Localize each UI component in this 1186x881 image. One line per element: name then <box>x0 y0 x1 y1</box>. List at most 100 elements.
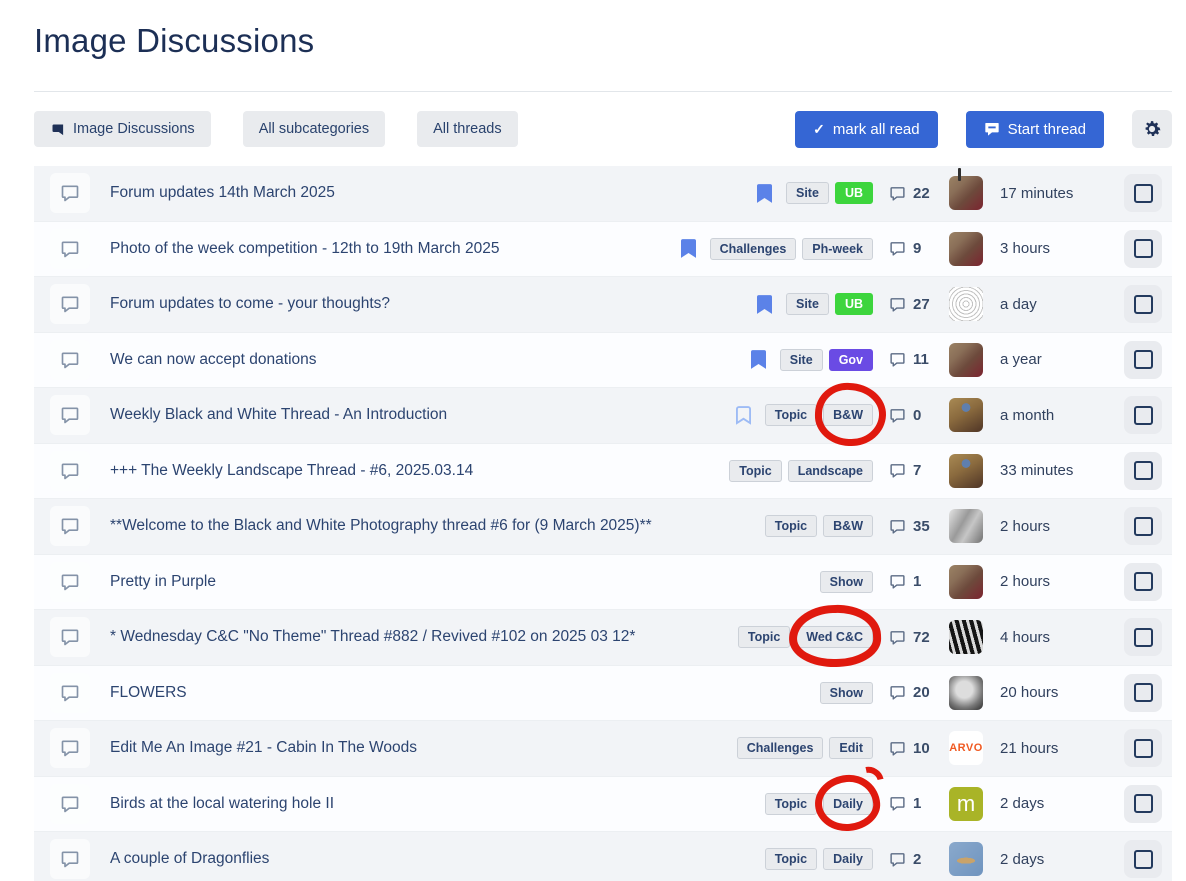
tag-site[interactable]: Site <box>780 349 823 371</box>
last-activity-time[interactable]: 21 hours <box>1000 740 1124 757</box>
last-activity-time[interactable]: 2 hours <box>1000 518 1124 535</box>
select-thread-checkbox[interactable] <box>1124 729 1162 767</box>
thread-title[interactable]: Pretty in Purple <box>110 573 820 591</box>
last-activity-time[interactable]: 17 minutes <box>1000 185 1124 202</box>
settings-button[interactable] <box>1132 110 1172 148</box>
select-thread-checkbox[interactable] <box>1124 840 1162 878</box>
select-thread-checkbox[interactable] <box>1124 396 1162 434</box>
tag-topic[interactable]: Topic <box>765 793 817 815</box>
comment-count-icon <box>889 407 906 424</box>
bookmark-icon[interactable] <box>751 350 766 369</box>
last-activity-time[interactable]: 2 days <box>1000 851 1124 868</box>
tag-topic[interactable]: Topic <box>729 460 781 482</box>
select-thread-checkbox[interactable] <box>1124 341 1162 379</box>
last-activity-time[interactable]: 20 hours <box>1000 684 1124 701</box>
last-activity-time[interactable]: a day <box>1000 296 1124 313</box>
reply-count: 20 <box>889 684 949 701</box>
thread-title[interactable]: Edit Me An Image #21 - Cabin In The Wood… <box>110 739 737 757</box>
last-activity-time[interactable]: 4 hours <box>1000 629 1124 646</box>
tag-daily[interactable]: Daily <box>823 793 873 815</box>
tag-ub[interactable]: UB <box>835 182 873 204</box>
thread-title[interactable]: Birds at the local watering hole II <box>110 795 765 813</box>
tag-gov[interactable]: Gov <box>829 349 873 371</box>
tag-topic[interactable]: Topic <box>765 404 817 426</box>
last-activity-time[interactable]: 33 minutes <box>1000 462 1124 479</box>
avatar-bwperson[interactable] <box>949 676 983 710</box>
last-activity-time[interactable]: 3 hours <box>1000 240 1124 257</box>
tag-topic[interactable]: Topic <box>765 515 817 537</box>
select-thread-checkbox[interactable] <box>1124 674 1162 712</box>
tag-b-w[interactable]: B&W <box>823 404 873 426</box>
tag-landscape[interactable]: Landscape <box>788 460 873 482</box>
thread-title[interactable]: +++ The Weekly Landscape Thread - #6, 20… <box>110 462 729 480</box>
filter-all-threads[interactable]: All threads <box>417 111 518 147</box>
reply-count: 22 <box>889 185 949 202</box>
thread-title[interactable]: **Welcome to the Black and White Photogr… <box>110 517 765 535</box>
select-thread-checkbox[interactable] <box>1124 285 1162 323</box>
tag-edit[interactable]: Edit <box>829 737 873 759</box>
avatar-man[interactable] <box>949 343 983 377</box>
bookmark-icon[interactable] <box>757 295 772 314</box>
avatar-man[interactable] <box>949 232 983 266</box>
avatar-man[interactable] <box>949 176 983 210</box>
bookmark-outline-icon[interactable] <box>736 406 751 425</box>
tag-ph-week[interactable]: Ph-week <box>802 238 873 260</box>
thread-title[interactable]: We can now accept donations <box>110 351 751 369</box>
tag-show[interactable]: Show <box>820 571 873 593</box>
last-activity-time[interactable]: 2 hours <box>1000 573 1124 590</box>
tag-topic[interactable]: Topic <box>765 848 817 870</box>
thread-title[interactable]: FLOWERS <box>110 684 820 702</box>
tag-topic[interactable]: Topic <box>738 626 790 648</box>
tag-b-w[interactable]: B&W <box>823 515 873 537</box>
select-thread-checkbox[interactable] <box>1124 452 1162 490</box>
tag-wed-c-c[interactable]: Wed C&C <box>796 626 873 648</box>
avatar-bwcar[interactable] <box>949 509 983 543</box>
tag-daily[interactable]: Daily <box>823 848 873 870</box>
comment-count-icon <box>889 296 906 313</box>
select-thread-checkbox[interactable] <box>1124 785 1162 823</box>
tag-show[interactable]: Show <box>820 682 873 704</box>
avatar-horse[interactable] <box>949 398 983 432</box>
thread-meta: Topic Daily <box>765 848 889 870</box>
select-thread-checkbox[interactable] <box>1124 230 1162 268</box>
thread-bubble-icon <box>50 395 90 435</box>
select-thread-checkbox[interactable] <box>1124 618 1162 656</box>
start-thread-button[interactable]: Start thread <box>966 111 1104 148</box>
filter-all-subcategories[interactable]: All subcategories <box>243 111 385 147</box>
filter-image-discussions[interactable]: Image Discussions <box>34 111 211 147</box>
avatar-man[interactable] <box>949 565 983 599</box>
reply-count-value: 20 <box>913 684 930 701</box>
thread-title[interactable]: Forum updates to come - your thoughts? <box>110 295 757 313</box>
mark-all-read-button[interactable]: ✓ mark all read <box>795 111 937 148</box>
thread-title[interactable]: Weekly Black and White Thread - An Intro… <box>110 406 736 424</box>
avatar-horse[interactable] <box>949 454 983 488</box>
avatar-spiral[interactable] <box>949 287 983 321</box>
select-thread-checkbox[interactable] <box>1124 563 1162 601</box>
tag-challenges[interactable]: Challenges <box>710 238 797 260</box>
last-activity-time[interactable]: 2 days <box>1000 795 1124 812</box>
reply-count: 9 <box>889 240 949 257</box>
avatar-m[interactable]: m <box>949 787 983 821</box>
last-activity-time[interactable]: a month <box>1000 407 1124 424</box>
bookmark-icon[interactable] <box>681 239 696 258</box>
tag-site[interactable]: Site <box>786 293 829 315</box>
tag-challenges[interactable]: Challenges <box>737 737 824 759</box>
thread-title[interactable]: * Wednesday C&C "No Theme" Thread #882 /… <box>110 628 738 646</box>
avatar-dragonfly[interactable] <box>949 842 983 876</box>
checkbox-box <box>1134 239 1153 258</box>
toolbar-actions: ✓ mark all read Start thread <box>795 110 1172 148</box>
select-thread-checkbox[interactable] <box>1124 507 1162 545</box>
checkbox-box <box>1134 184 1153 203</box>
reply-count: 0 <box>889 407 949 424</box>
select-thread-checkbox[interactable] <box>1124 174 1162 212</box>
thread-title[interactable]: Photo of the week competition - 12th to … <box>110 240 681 258</box>
tag-site[interactable]: Site <box>786 182 829 204</box>
avatar-arvo[interactable]: ARVO <box>949 731 983 765</box>
bookmark-icon[interactable] <box>757 184 772 203</box>
tag-ub[interactable]: UB <box>835 293 873 315</box>
reply-count: 1 <box>889 795 949 812</box>
thread-title[interactable]: Forum updates 14th March 2025 <box>110 184 757 202</box>
avatar-zebra[interactable] <box>949 620 983 654</box>
thread-title[interactable]: A couple of Dragonflies <box>110 850 765 868</box>
last-activity-time[interactable]: a year <box>1000 351 1124 368</box>
